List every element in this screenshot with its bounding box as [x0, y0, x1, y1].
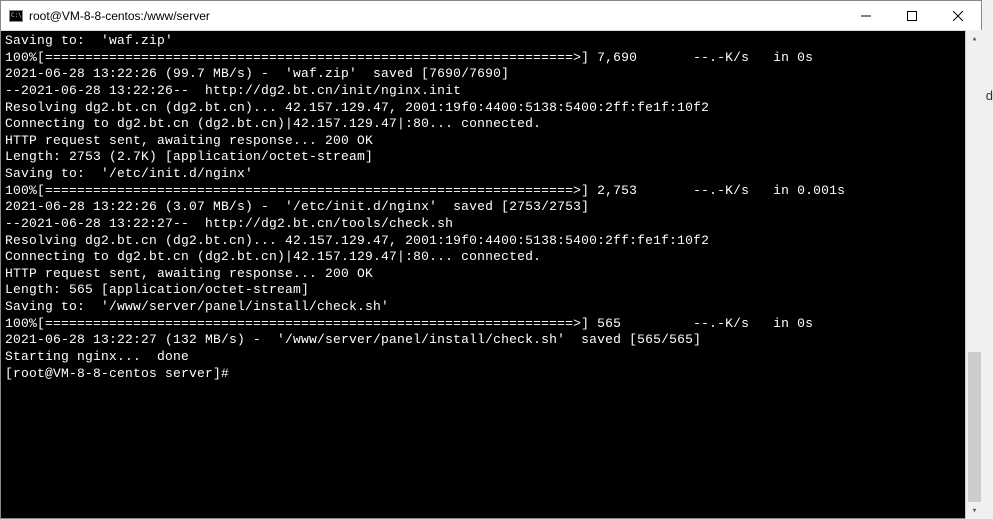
prompt-line[interactable]: [root@VM-8-8-centos server]# — [5, 366, 977, 383]
terminal-line: Saving to: '/www/server/panel/install/ch… — [5, 299, 977, 316]
terminal-line: 2021-06-28 13:22:27 (132 MB/s) - '/www/s… — [5, 332, 977, 349]
scrollbar-down-arrow[interactable]: ▾ — [966, 502, 983, 519]
terminal-line: 100%[===================================… — [5, 183, 977, 200]
maximize-button[interactable] — [889, 1, 935, 30]
terminal-line: 100%[===================================… — [5, 316, 977, 333]
maximize-icon — [907, 11, 917, 21]
close-icon — [953, 11, 963, 21]
terminal-line: Resolving dg2.bt.cn (dg2.bt.cn)... 42.15… — [5, 233, 977, 250]
shell-prompt: [root@VM-8-8-centos server]# — [5, 366, 237, 381]
terminal-line: Connecting to dg2.bt.cn (dg2.bt.cn)|42.1… — [5, 249, 977, 266]
terminal-body[interactable]: Saving to: 'waf.zip'100%[===============… — [1, 31, 981, 518]
minimize-button[interactable] — [843, 1, 889, 30]
scrollbar-up-arrow[interactable]: ▴ — [966, 30, 983, 47]
titlebar-left: root@VM-8-8-centos:/www/server — [9, 9, 210, 23]
terminal-line: Saving to: 'waf.zip' — [5, 33, 977, 50]
titlebar-controls — [843, 1, 981, 30]
terminal-line: 2021-06-28 13:22:26 (3.07 MB/s) - '/etc/… — [5, 199, 977, 216]
terminal-line: Length: 565 [application/octet-stream] — [5, 282, 977, 299]
terminal-line: 100%[===================================… — [5, 50, 977, 67]
terminal-line: HTTP request sent, awaiting response... … — [5, 266, 977, 283]
terminal-line: Resolving dg2.bt.cn (dg2.bt.cn)... 42.15… — [5, 100, 977, 117]
titlebar[interactable]: root@VM-8-8-centos:/www/server — [1, 1, 981, 31]
terminal-line: --2021-06-28 13:22:26-- http://dg2.bt.cn… — [5, 83, 977, 100]
window-title: root@VM-8-8-centos:/www/server — [29, 9, 210, 23]
terminal-line: --2021-06-28 13:22:27-- http://dg2.bt.cn… — [5, 216, 977, 233]
terminal-line: Starting nginx... done — [5, 349, 977, 366]
terminal-line: 2021-06-28 13:22:26 (99.7 MB/s) - 'waf.z… — [5, 66, 977, 83]
scrollbar-thumb[interactable] — [968, 352, 981, 502]
terminal-line: Length: 2753 (2.7K) [application/octet-s… — [5, 149, 977, 166]
cmd-icon — [9, 10, 23, 22]
close-button[interactable] — [935, 1, 981, 30]
terminal-line: Connecting to dg2.bt.cn (dg2.bt.cn)|42.1… — [5, 116, 977, 133]
terminal-window: root@VM-8-8-centos:/www/server Saving to… — [0, 0, 982, 519]
terminal-line: HTTP request sent, awaiting response... … — [5, 133, 977, 150]
terminal-line: Saving to: '/etc/init.d/nginx' — [5, 166, 977, 183]
minimize-icon — [861, 11, 871, 21]
scrollbar[interactable]: ▴ ▾ — [965, 30, 982, 519]
side-char: d — [986, 88, 993, 103]
